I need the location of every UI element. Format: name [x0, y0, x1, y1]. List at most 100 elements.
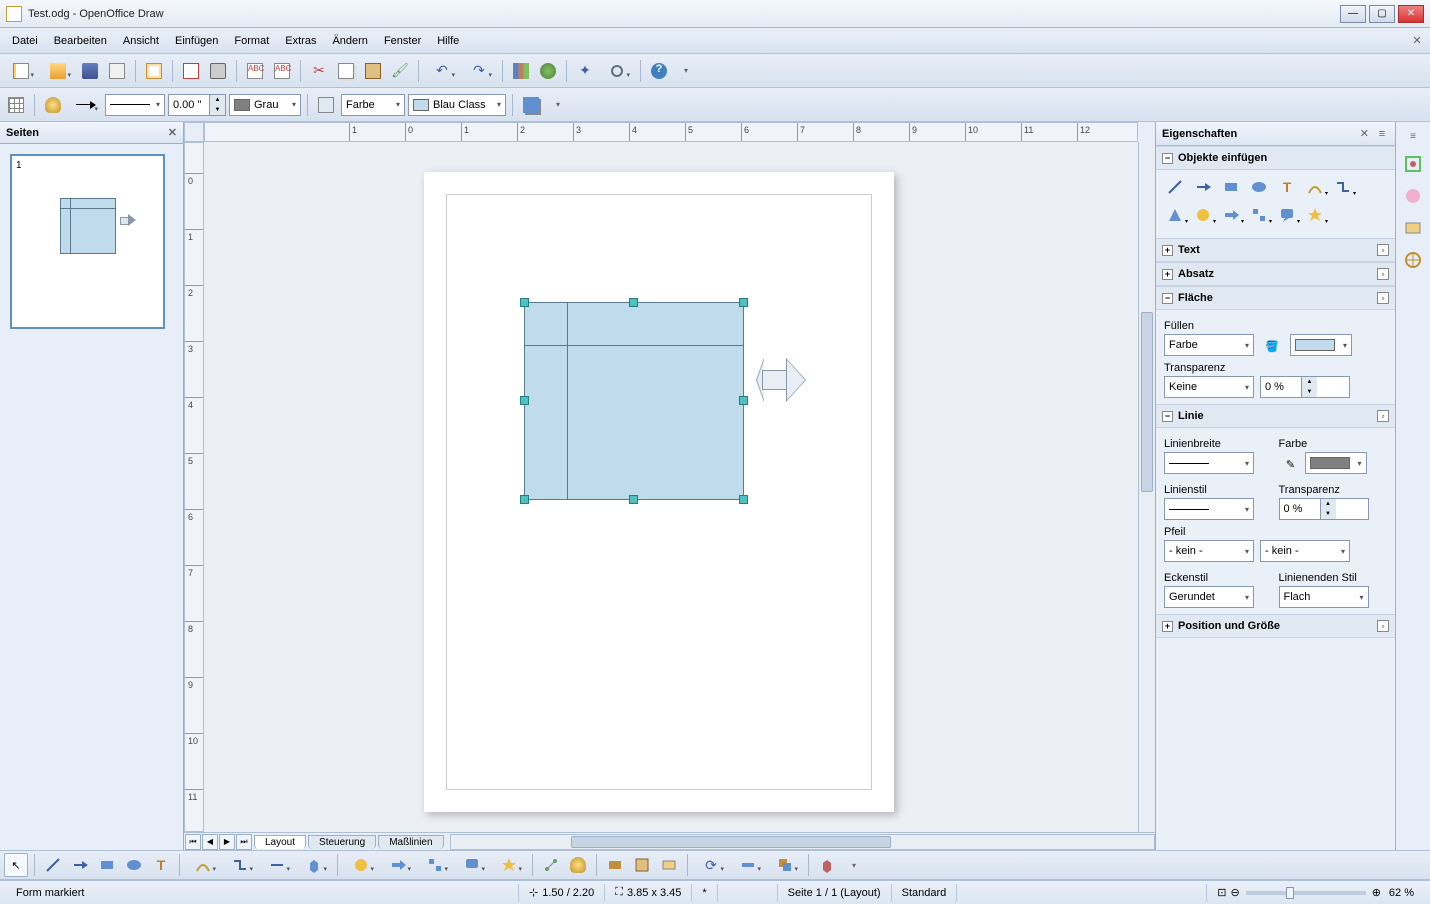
- status-mode[interactable]: Standard: [892, 884, 958, 902]
- properties-close-icon[interactable]: ✕: [1360, 127, 1369, 140]
- auto-spellcheck-button[interactable]: ABC: [270, 59, 294, 83]
- resize-handle-tc[interactable]: [629, 298, 638, 307]
- more-options-icon[interactable]: ▫: [1377, 410, 1389, 422]
- insert-stars-button[interactable]: [1304, 204, 1326, 226]
- from-file-button[interactable]: [630, 853, 654, 877]
- zoom-slider-knob[interactable]: [1286, 887, 1294, 899]
- tab-steuerung[interactable]: Steuerung: [308, 835, 376, 849]
- menu-datei[interactable]: Datei: [4, 31, 46, 51]
- drawing-page[interactable]: [424, 172, 894, 812]
- nav-prev-button[interactable]: ◀: [202, 834, 218, 850]
- section-paragraph[interactable]: + Absatz ▫: [1156, 262, 1395, 286]
- zoom-out-button[interactable]: ⊖: [1230, 886, 1239, 899]
- pages-panel-close-icon[interactable]: ✕: [168, 126, 177, 139]
- section-text[interactable]: + Text ▫: [1156, 238, 1395, 262]
- open-button[interactable]: [41, 59, 75, 83]
- more-options-icon[interactable]: ▫: [1377, 620, 1389, 632]
- cap-style-select[interactable]: Flach▾: [1279, 586, 1369, 608]
- gallery-button[interactable]: [657, 853, 681, 877]
- line-style-select[interactable]: ▾: [1164, 498, 1254, 520]
- resize-handle-tr[interactable]: [739, 298, 748, 307]
- drawbar-options-button[interactable]: ▾: [842, 853, 866, 877]
- 3d-objects-button[interactable]: [297, 853, 331, 877]
- resize-handle-ml[interactable]: [520, 396, 529, 405]
- resize-handle-bc[interactable]: [629, 495, 638, 504]
- sidebar-properties-tab[interactable]: [1399, 150, 1427, 178]
- insert-curve-button[interactable]: [1304, 176, 1326, 198]
- toolbar-options-button[interactable]: ▾: [674, 59, 698, 83]
- ellipse-tool-button[interactable]: [122, 853, 146, 877]
- fontwork-button[interactable]: [603, 853, 627, 877]
- section-position-size[interactable]: + Position und Größe ▫: [1156, 614, 1395, 638]
- rect-tool-button[interactable]: [95, 853, 119, 877]
- more-options-icon[interactable]: ▫: [1377, 292, 1389, 304]
- close-button[interactable]: ✕: [1398, 5, 1424, 23]
- zoom-value[interactable]: 62 %: [1389, 887, 1414, 899]
- menu-ansicht[interactable]: Ansicht: [115, 31, 167, 51]
- maximize-button[interactable]: ▢: [1369, 5, 1395, 23]
- copy-button[interactable]: [334, 59, 358, 83]
- insert-connector-button[interactable]: [1332, 176, 1354, 198]
- insert-rect-button[interactable]: [1220, 176, 1242, 198]
- insert-line-button[interactable]: [1164, 176, 1186, 198]
- email-button[interactable]: [105, 59, 129, 83]
- spinner-up[interactable]: ▲: [1301, 377, 1317, 387]
- select-tool-button[interactable]: ↖: [4, 853, 28, 877]
- horizontal-scrollbar[interactable]: [450, 834, 1155, 850]
- paste-button[interactable]: [361, 59, 385, 83]
- more-options-icon[interactable]: ▫: [1377, 244, 1389, 256]
- document-close-icon[interactable]: ✕: [1408, 32, 1426, 50]
- vertical-scrollbar[interactable]: [1138, 142, 1155, 832]
- selected-rectangle-shape[interactable]: [524, 302, 744, 500]
- align-button[interactable]: [731, 853, 765, 877]
- stars-button[interactable]: [492, 853, 526, 877]
- resize-handle-br[interactable]: [739, 495, 748, 504]
- arrange-button[interactable]: [768, 853, 802, 877]
- line-color-select[interactable]: ▾: [1305, 452, 1367, 474]
- menu-hilfe[interactable]: Hilfe: [429, 31, 467, 51]
- fill-mode-select[interactable]: Farbe▾: [1164, 334, 1254, 356]
- format-paintbrush-button[interactable]: 🖌: [388, 59, 412, 83]
- help-button[interactable]: ?: [647, 59, 671, 83]
- edit-points-button[interactable]: [539, 853, 563, 877]
- line-width-spinner[interactable]: ▲▼: [168, 94, 226, 116]
- fill-color-select[interactable]: Blau Class ▾: [408, 94, 506, 116]
- sidebar-navigator-tab[interactable]: [1399, 246, 1427, 274]
- fill-mode-select[interactable]: Farbe▾: [341, 94, 405, 116]
- insert-flowchart-button[interactable]: [1248, 204, 1270, 226]
- basic-shapes-button[interactable]: [344, 853, 378, 877]
- vertical-ruler[interactable]: 10123456789101112: [184, 142, 204, 832]
- spinner-down[interactable]: ▼: [209, 105, 225, 115]
- line-color-select[interactable]: Grau ▾: [229, 94, 301, 116]
- arrow-start-select[interactable]: - kein -▾: [1164, 540, 1254, 562]
- section-insert-objects[interactable]: − Objekte einfügen: [1156, 146, 1395, 170]
- zoom-fit-icon[interactable]: ⊡: [1217, 886, 1226, 899]
- extrusion-button[interactable]: [815, 853, 839, 877]
- resize-handle-bl[interactable]: [520, 495, 529, 504]
- transp-input[interactable]: [1261, 377, 1301, 397]
- glue-points-button[interactable]: [566, 853, 590, 877]
- line-transp-spinner[interactable]: ▲▼: [1279, 498, 1369, 520]
- menu-aendern[interactable]: Ändern: [324, 31, 375, 51]
- page-thumbnail-1[interactable]: 1: [10, 154, 165, 329]
- line-width-select[interactable]: ▾: [1164, 452, 1254, 474]
- symbol-shapes-button[interactable]: [381, 853, 415, 877]
- connector-tool-button[interactable]: [223, 853, 257, 877]
- curve-tool-button[interactable]: [186, 853, 220, 877]
- menu-extras[interactable]: Extras: [277, 31, 324, 51]
- nav-last-button[interactable]: ⏭: [236, 834, 252, 850]
- insert-blockarrows-button[interactable]: [1220, 204, 1242, 226]
- arrow-shape[interactable]: [756, 358, 808, 402]
- horizontal-ruler[interactable]: 10123456789101112: [204, 122, 1138, 142]
- sidebar-styles-tab[interactable]: [1399, 182, 1427, 210]
- new-button[interactable]: [4, 59, 38, 83]
- hyperlink-button[interactable]: [536, 59, 560, 83]
- fill-bucket-button[interactable]: 🪣: [1260, 334, 1284, 358]
- glue-points-button[interactable]: [41, 93, 65, 117]
- properties-menu-icon[interactable]: ≡: [1375, 128, 1389, 140]
- resize-handle-tl[interactable]: [520, 298, 529, 307]
- insert-basicshapes-button[interactable]: [1164, 204, 1186, 226]
- cut-button[interactable]: ✂: [307, 59, 331, 83]
- navigator-button[interactable]: ✦: [573, 59, 597, 83]
- chart-button[interactable]: [509, 59, 533, 83]
